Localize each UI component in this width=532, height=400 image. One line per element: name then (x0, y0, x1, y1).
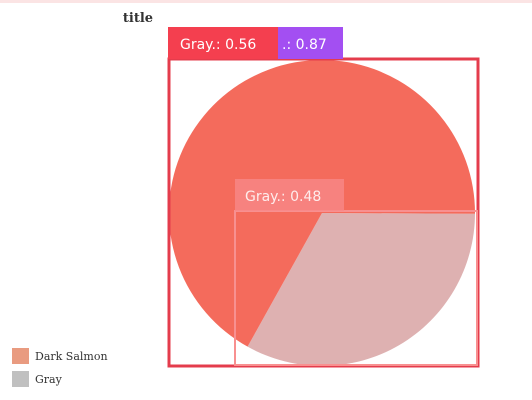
legend-swatch-gray (12, 371, 29, 387)
detection-box-2: .: 0.87 (278, 27, 343, 59)
pie-slices (169, 59, 475, 367)
legend-swatch-dark-salmon (12, 348, 29, 364)
pie-chart: title Gray.: 0.56 .: 0.87 Gray.: 0.48 Da… (12, 11, 480, 387)
legend-label-gray: Gray (35, 373, 63, 386)
legend: Dark Salmon Gray (12, 348, 108, 387)
detection-box-2-label: .: 0.87 (282, 37, 327, 53)
detection-box-1-label: Gray.: 0.56 (180, 37, 256, 53)
legend-label-dark-salmon: Dark Salmon (35, 350, 108, 363)
chart-title: title (123, 11, 153, 26)
detection-box-3-label: Gray.: 0.48 (245, 189, 321, 205)
